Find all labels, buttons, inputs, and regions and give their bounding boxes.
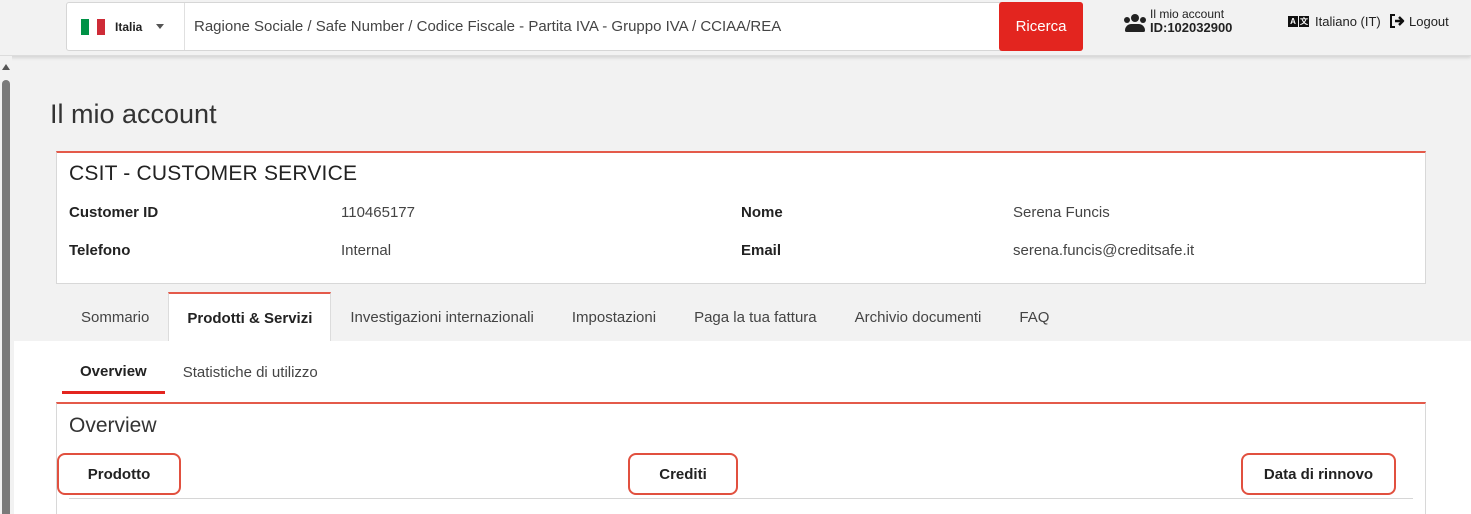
overview-card: Overview Prodotto Crediti Data di rinnov… <box>56 402 1426 514</box>
subtab-overview[interactable]: Overview <box>62 351 165 394</box>
telefono-value: Internal <box>341 242 392 259</box>
subtabs: Overview Statistiche di utilizzo <box>62 351 336 394</box>
chevron-down-icon <box>156 24 165 29</box>
telefono-label: Telefono <box>69 242 131 259</box>
tab-prodotti-servizi[interactable]: Prodotti & Servizi <box>168 292 332 342</box>
tab-paga-fattura[interactable]: Paga la tua fattura <box>675 292 836 342</box>
account-tabs: Sommario Prodotti & Servizi Investigazio… <box>62 292 1068 342</box>
language-selector[interactable]: A文 Italiano (IT) <box>1288 14 1381 29</box>
nome-value: Serena Funcis <box>1013 204 1110 221</box>
tab-impostazioni[interactable]: Impostazioni <box>553 292 675 342</box>
logout-label: Logout <box>1409 13 1449 29</box>
subtab-statistiche[interactable]: Statistiche di utilizzo <box>165 351 336 394</box>
language-icon: A文 <box>1288 16 1310 27</box>
customer-id-label: Customer ID <box>69 204 159 221</box>
customer-id-value: 110465177 <box>341 204 415 221</box>
italy-flag-icon <box>81 18 105 35</box>
top-bar: Italia Ricerca Il mio account ID:1020329… <box>0 0 1471 56</box>
logout-arrow-icon <box>1390 14 1405 28</box>
my-account-link[interactable]: Il mio account ID:102032900 <box>1124 8 1232 34</box>
customer-name: CSIT - CUSTOMER SERVICE <box>69 162 358 185</box>
search-bar: Italia Ricerca <box>66 2 1083 51</box>
overview-title: Overview <box>69 414 157 437</box>
page-scrollbar[interactable] <box>0 56 12 514</box>
tab-content-panel: Overview Statistiche di utilizzo Overvie… <box>14 341 1471 514</box>
account-id: ID:102032900 <box>1150 20 1233 35</box>
column-header-data-rinnovo: Data di rinnovo <box>1241 453 1396 495</box>
email-label: Email <box>741 242 782 259</box>
customer-card: CSIT - CUSTOMER SERVICE Customer ID 1104… <box>56 151 1426 284</box>
email-value: serena.funcis@creditsafe.it <box>1013 242 1195 259</box>
country-label: Italia <box>115 19 143 34</box>
tab-sommario[interactable]: Sommario <box>62 292 168 342</box>
search-button[interactable]: Ricerca <box>999 2 1083 51</box>
column-header-prodotto: Prodotto <box>57 453 181 495</box>
page-title: Il mio account <box>50 99 217 129</box>
language-label: Italiano (IT) <box>1315 14 1381 29</box>
scroll-thumb[interactable] <box>2 80 10 514</box>
scroll-up-icon[interactable] <box>2 64 10 70</box>
table-header-divider <box>69 498 1413 499</box>
logout-link[interactable]: Logout <box>1389 13 1449 29</box>
search-input[interactable] <box>185 3 1000 50</box>
nome-label: Nome <box>741 204 783 221</box>
column-header-crediti: Crediti <box>628 453 738 495</box>
users-icon <box>1124 14 1146 32</box>
tab-faq[interactable]: FAQ <box>1000 292 1068 342</box>
tab-investigazioni-internazionali[interactable]: Investigazioni internazionali <box>331 292 552 342</box>
country-selector[interactable]: Italia <box>67 3 185 50</box>
tab-archivio-documenti[interactable]: Archivio documenti <box>836 292 1001 342</box>
